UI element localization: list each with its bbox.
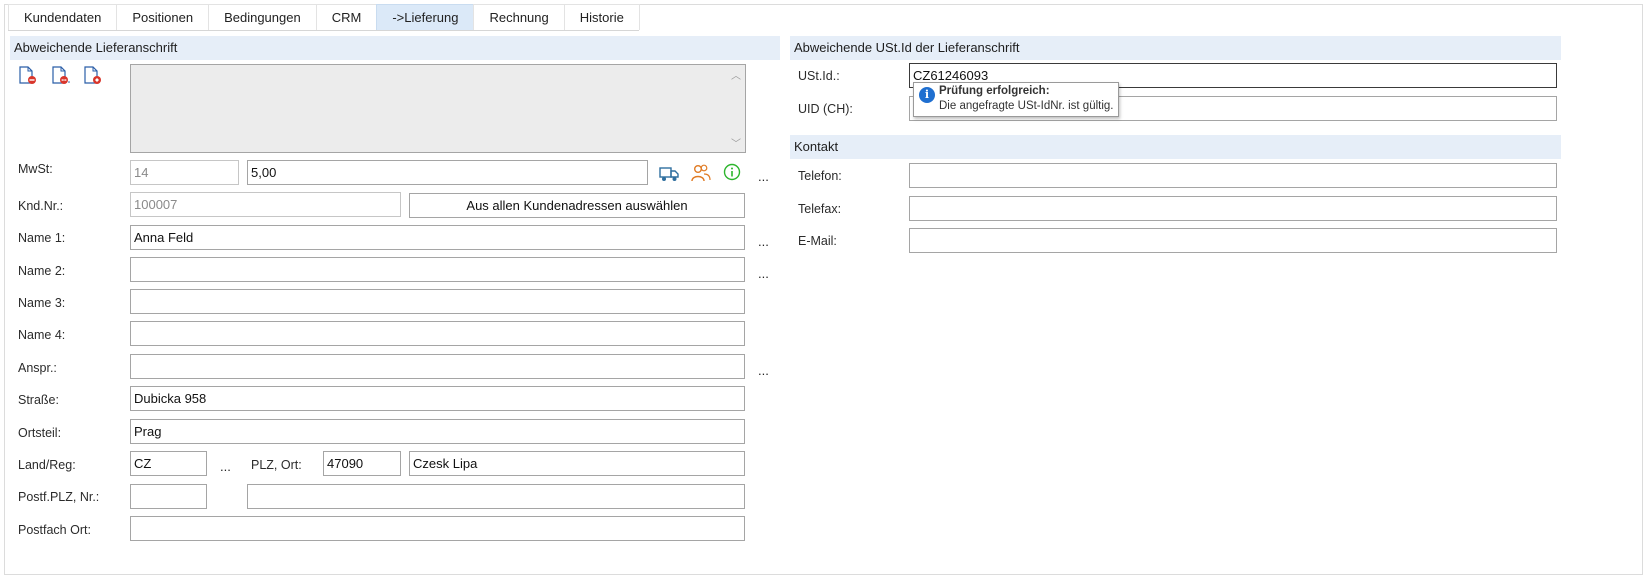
land-more-button[interactable]: ... xyxy=(220,460,231,473)
anspr-label: Anspr.: xyxy=(18,361,57,375)
info-circle-icon[interactable] xyxy=(722,163,744,183)
truck-icon[interactable] xyxy=(659,164,681,184)
land-field[interactable]: CZ xyxy=(130,451,207,476)
name1-field[interactable]: Anna Feld xyxy=(130,225,745,250)
tab-rechnung[interactable]: Rechnung xyxy=(473,4,565,30)
tab-historie[interactable]: Historie xyxy=(563,4,640,30)
tooltip-title: Prüfung erfolgreich: xyxy=(939,85,1050,97)
anspr-field[interactable] xyxy=(130,354,745,379)
name2-label: Name 2: xyxy=(18,264,66,278)
plzort-label: PLZ, Ort: xyxy=(251,458,302,472)
postf-nr-field[interactable] xyxy=(247,484,745,509)
info-icon: i xyxy=(919,87,935,103)
document-red-icon[interactable] xyxy=(17,66,39,86)
email-label: E-Mail: xyxy=(798,234,837,248)
postf-label: Postf.PLZ, Nr.: xyxy=(18,490,100,504)
postf-plz-field[interactable] xyxy=(130,484,207,509)
name1-label: Name 1: xyxy=(18,231,66,245)
address-memo-field[interactable]: ︿ ﹀ xyxy=(130,64,746,153)
land-label: Land/Reg: xyxy=(18,458,76,472)
document-red-dots-icon[interactable] xyxy=(50,66,72,86)
people-icon[interactable] xyxy=(690,163,712,183)
scroll-down-icon[interactable]: ﹀ xyxy=(731,135,741,150)
name4-field[interactable] xyxy=(130,321,745,346)
mwst-label: MwSt: xyxy=(18,162,53,176)
ustid-label: USt.Id.: xyxy=(798,69,840,83)
tab-bedingungen[interactable]: Bedingungen xyxy=(208,4,317,30)
telefax-field[interactable] xyxy=(909,196,1557,221)
scroll-up-icon[interactable]: ︿ xyxy=(731,67,741,82)
email-field[interactable] xyxy=(909,228,1557,253)
name4-label: Name 4: xyxy=(18,328,66,342)
ort-field[interactable]: Czesk Lipa xyxy=(409,451,745,476)
delivery-section-header: Abweichende Lieferanschrift xyxy=(10,36,780,60)
postfach-ort-label: Postfach Ort: xyxy=(18,523,91,537)
postfach-ort-field[interactable] xyxy=(130,516,745,541)
document-blue-icon[interactable] xyxy=(82,66,104,86)
mwst-more-button[interactable]: ... xyxy=(758,170,769,183)
tab-crm[interactable]: CRM xyxy=(315,4,378,30)
telefax-label: Telefax: xyxy=(798,202,842,216)
vat-section-header: Abweichende USt.Id der Lieferanschrift xyxy=(790,36,1561,60)
contact-section-header: Kontakt xyxy=(790,135,1561,159)
tab-kundendaten[interactable]: Kundendaten xyxy=(8,4,118,30)
ortsteil-label: Ortsteil: xyxy=(18,426,62,440)
name2-more-button[interactable]: ... xyxy=(758,267,769,280)
tooltip-message: Die angefragte USt-IdNr. ist gültig. xyxy=(939,100,1114,112)
strasse-field[interactable]: Dubicka 958 xyxy=(130,386,745,411)
kndnr-field: 100007 xyxy=(130,192,401,217)
uid-label: UID (CH): xyxy=(798,102,853,116)
ortsteil-field[interactable]: Prag xyxy=(130,419,745,444)
tab-positionen[interactable]: Positionen xyxy=(116,4,210,30)
mwst-rate-field[interactable]: 5,00 xyxy=(247,160,648,185)
name2-field[interactable] xyxy=(130,257,745,282)
telefon-label: Telefon: xyxy=(798,169,842,183)
name3-field[interactable] xyxy=(130,289,745,314)
tab-bar: Kundendaten Positionen Bedingungen CRM -… xyxy=(8,4,640,31)
mwst-code-field: 14 xyxy=(130,160,239,185)
tab-lieferung[interactable]: ->Lieferung xyxy=(376,4,475,30)
kndnr-label: Knd.Nr.: xyxy=(18,199,64,213)
anspr-more-button[interactable]: ... xyxy=(758,364,769,377)
vat-validation-tooltip: i Prüfung erfolgreich: Die angefragte US… xyxy=(913,82,1119,117)
telefon-field[interactable] xyxy=(909,163,1557,188)
name3-label: Name 3: xyxy=(18,296,66,310)
strasse-label: Straße: xyxy=(18,393,59,407)
plz-field[interactable]: 47090 xyxy=(323,451,401,476)
select-customer-address-button[interactable]: Aus allen Kundenadressen auswählen xyxy=(409,193,745,218)
name1-more-button[interactable]: ... xyxy=(758,235,769,248)
